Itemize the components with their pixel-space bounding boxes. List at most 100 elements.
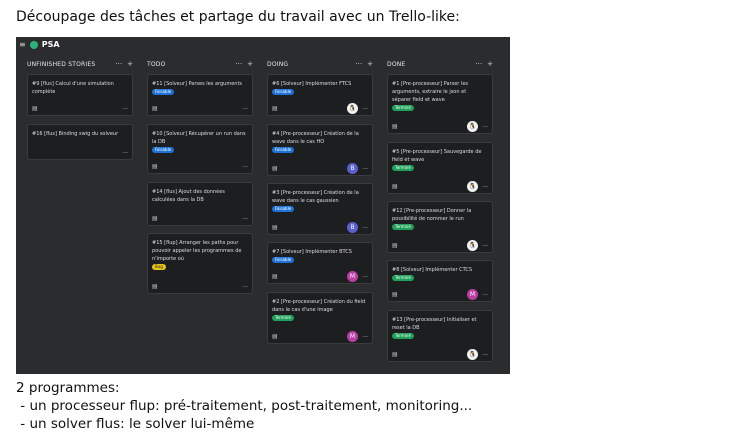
card-title: #12 [Pre-processeur] Donner la possibili… (392, 208, 472, 230)
more-icon[interactable]: ··· (242, 164, 248, 171)
card-title: #16 [flus] Binding swig du solveur (32, 131, 119, 137)
card[interactable]: #13 [Pre-processeur] Initialiser et rese… (387, 310, 493, 362)
card-title: #9 [flus] Calcul d'une simulation complè… (32, 81, 114, 95)
avatar-tux-icon[interactable]: 🐧 (347, 103, 358, 114)
card[interactable]: #7 [Solveur] Implémenter BTCS Faisable ▤… (267, 242, 373, 284)
description-line: - un processeur flup: pré-traitement, po… (16, 398, 473, 414)
card[interactable]: #10 [Solveur] Récupérer un run dans la D… (147, 124, 253, 174)
tag-badge: Faisable (272, 89, 295, 95)
add-card-icon[interactable]: + (367, 60, 373, 68)
column-title: UNFINISHED STORIES (27, 60, 96, 68)
tag-badge: Bug (152, 264, 166, 270)
card[interactable]: #15 [flup] Arranger les paths pour pouvo… (147, 233, 253, 294)
card-title: #6 [Solveur] Implémenter FTCS Faisable (272, 81, 352, 95)
card-title: #15 [flup] Arranger les paths pour pouvo… (152, 240, 242, 270)
add-card-icon[interactable]: + (487, 60, 493, 68)
card-title: #14 [flus] Ajout des données calculées d… (152, 189, 225, 203)
card[interactable]: #5 [Pre-processeur] Sauvegarde de field … (387, 142, 493, 194)
card-title: #3 [Pre-processeur] Création de la wave … (272, 190, 359, 212)
card-title: #4 [Pre-processeur] Création de la wave … (272, 131, 359, 153)
tag-badge: Terminé (392, 105, 414, 111)
column-header: TODO ··· + (147, 58, 253, 70)
more-icon[interactable]: ··· (115, 60, 122, 68)
more-icon[interactable]: ··· (362, 274, 368, 281)
document-icon: ▤ (272, 273, 278, 280)
card[interactable]: #8 [Solveur] Implémenter CTCS Terminé ▤ … (387, 260, 493, 302)
board-name[interactable]: PSA (42, 40, 60, 49)
document-icon: ▤ (392, 351, 398, 358)
column-title: DOING (267, 60, 289, 68)
column-header: DOING ··· + (267, 58, 373, 70)
avatar[interactable]: M (347, 331, 358, 342)
column-title: DONE (387, 60, 406, 68)
avatar[interactable]: B (347, 222, 358, 233)
card[interactable]: #4 [Pre-processeur] Création de la wave … (267, 124, 373, 176)
more-icon[interactable]: ··· (242, 106, 248, 113)
tag-badge: Faisable (272, 206, 295, 212)
more-icon[interactable]: ··· (482, 292, 488, 299)
more-icon[interactable]: ··· (242, 216, 248, 223)
card[interactable]: #1 [Pre-processeur] Parser les arguments… (387, 74, 493, 134)
board-status-dot (29, 40, 38, 49)
avatar-tux-icon[interactable]: 🐧 (467, 121, 478, 132)
column-header: UNFINISHED STORIES ··· + (27, 58, 133, 70)
card-title: #5 [Pre-processeur] Sauvegarde de field … (392, 149, 482, 171)
more-icon[interactable]: ··· (362, 225, 368, 232)
column-done: DONE ··· + #1 [Pre-processeur] Parser le… (387, 58, 493, 362)
more-icon[interactable]: ··· (362, 166, 368, 173)
more-icon[interactable]: ··· (122, 150, 128, 157)
more-icon[interactable]: ··· (362, 334, 368, 341)
avatar[interactable]: M (347, 271, 358, 282)
card-title: #10 [Solveur] Récupérer un run dans la D… (152, 131, 246, 153)
more-icon[interactable]: ··· (482, 124, 488, 131)
card-title: #11 [Solveur] Parses les arguments Faisa… (152, 81, 243, 95)
card[interactable]: #12 [Pre-processeur] Donner la possibili… (387, 201, 493, 253)
avatar-tux-icon[interactable]: 🐧 (467, 349, 478, 360)
document-icon: ▤ (32, 105, 38, 112)
tag-badge: Faisable (272, 147, 295, 153)
add-card-icon[interactable]: + (247, 60, 253, 68)
avatar[interactable]: B (347, 163, 358, 174)
column-title: TODO (147, 60, 166, 68)
tag-badge: Terminé (392, 165, 414, 171)
board-topbar: ≡ PSA (16, 37, 510, 52)
page-heading: Découpage des tâches et partage du trava… (16, 9, 460, 25)
card-title: #1 [Pre-processeur] Parser les arguments… (392, 81, 469, 111)
document-icon: ▤ (152, 163, 158, 170)
more-icon[interactable]: ··· (355, 60, 362, 68)
tag-badge: Faisable (152, 147, 175, 153)
column-header: DONE ··· + (387, 58, 493, 70)
more-icon[interactable]: ··· (482, 352, 488, 359)
more-icon[interactable]: ··· (242, 284, 248, 291)
description-line: - un solver flus: le solver lui-même (16, 416, 255, 432)
more-icon[interactable]: ··· (482, 243, 488, 250)
menu-icon[interactable]: ≡ (19, 40, 26, 49)
document-icon: ▤ (392, 242, 398, 249)
card[interactable]: #14 [flus] Ajout des données calculées d… (147, 182, 253, 226)
avatar[interactable]: M (467, 289, 478, 300)
card-title: #7 [Solveur] Implémenter BTCS Faisable (272, 249, 352, 263)
add-card-icon[interactable]: + (127, 60, 133, 68)
avatar-tux-icon[interactable]: 🐧 (467, 240, 478, 251)
card[interactable]: #16 [flus] Binding swig du solveur ··· (27, 124, 133, 160)
column-todo: TODO ··· + #11 [Solveur] Parses les argu… (147, 58, 253, 294)
card-title: #8 [Solveur] Implémenter CTCS Terminé (392, 267, 473, 281)
more-icon[interactable]: ··· (475, 60, 482, 68)
document-icon: ▤ (392, 183, 398, 190)
card[interactable]: #2 [Pre-processeur] Création du field da… (267, 292, 373, 344)
more-icon[interactable]: ··· (235, 60, 242, 68)
column-doing: DOING ··· + #6 [Solveur] Implémenter FTC… (267, 58, 373, 344)
document-icon: ▤ (392, 291, 398, 298)
tag-badge: Faisable (272, 257, 295, 263)
description: 2 programmes: - un processeur flup: pré-… (16, 379, 472, 433)
card-title: #13 [Pre-processeur] Initialiser et rese… (392, 317, 477, 339)
card[interactable]: #3 [Pre-processeur] Création de la wave … (267, 183, 373, 235)
more-icon[interactable]: ··· (122, 106, 128, 113)
card[interactable]: #6 [Solveur] Implémenter FTCS Faisable ▤… (267, 74, 373, 116)
more-icon[interactable]: ··· (482, 184, 488, 191)
more-icon[interactable]: ··· (362, 106, 368, 113)
avatar-tux-icon[interactable]: 🐧 (467, 181, 478, 192)
tag-badge: Terminé (272, 315, 294, 321)
card[interactable]: #11 [Solveur] Parses les arguments Faisa… (147, 74, 253, 116)
card[interactable]: #9 [flus] Calcul d'une simulation complè… (27, 74, 133, 116)
